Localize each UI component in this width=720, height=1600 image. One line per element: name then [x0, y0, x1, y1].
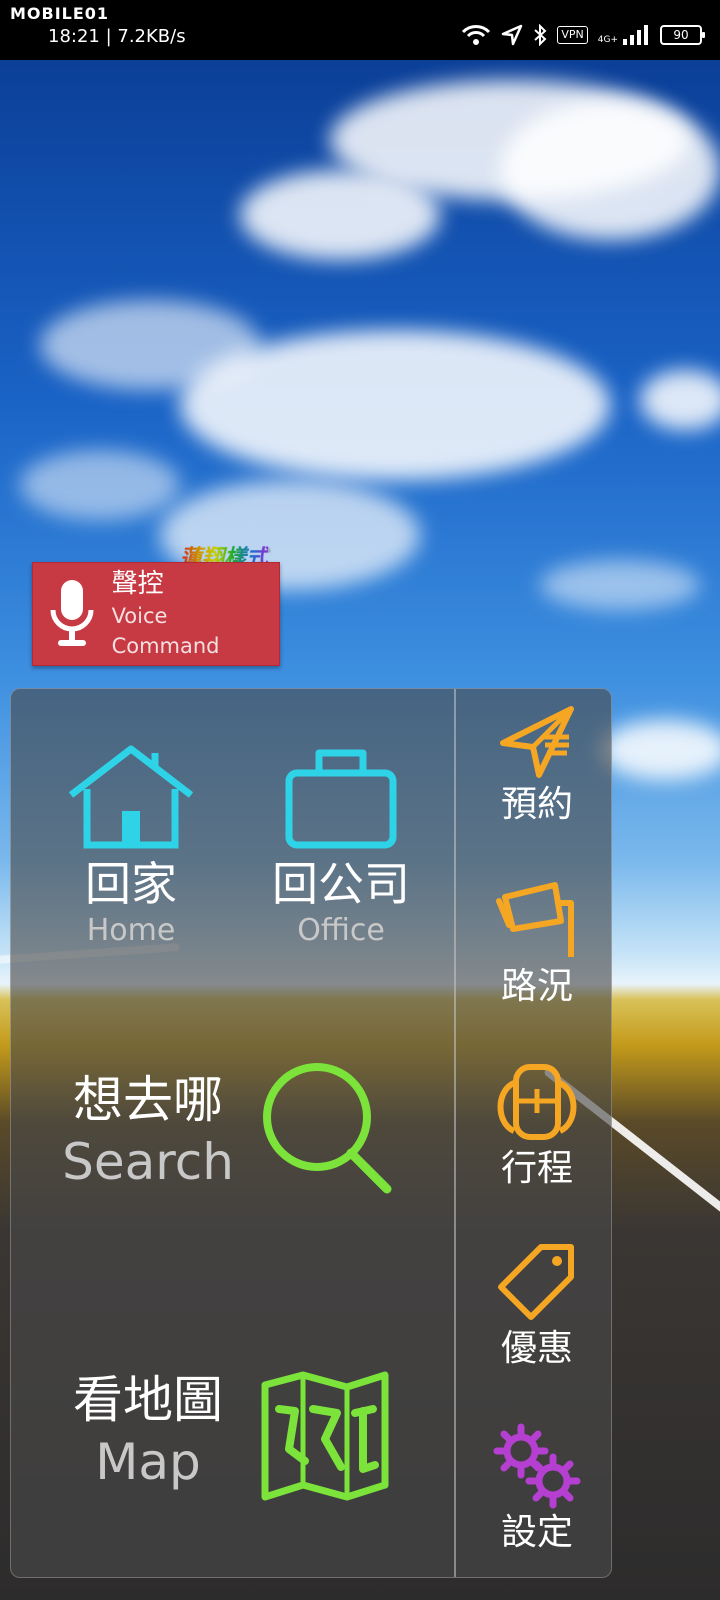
status-bar: MOBILE01 18:21 | 7.2KB/s VPN 4G+ 90: [0, 0, 720, 60]
status-brand: MOBILE01: [10, 4, 110, 23]
voice-command-button[interactable]: 聲控 Voice Command: [32, 562, 280, 666]
signal-icon: 4G+: [598, 25, 650, 45]
home-label-zh: 回家: [85, 857, 177, 911]
sidebar-label-itinerary: 行程: [500, 1148, 573, 1189]
sidebar-item-traffic[interactable]: 路況: [463, 881, 611, 1009]
microphone-icon: [33, 578, 112, 650]
panel-divider: [454, 689, 456, 1577]
gears-icon: [463, 1421, 611, 1509]
office-label-en: Office: [297, 913, 385, 948]
voice-command-label-en: Voice Command: [111, 604, 220, 658]
backpack-icon: [463, 1061, 611, 1145]
search-label-zh: 想去哪: [73, 1071, 223, 1129]
sidebar-item-discount[interactable]: 優惠: [463, 1241, 611, 1371]
map-label-en: Map: [95, 1433, 201, 1491]
voice-command-label-zh: 聲控: [111, 569, 164, 599]
wifi-icon: [461, 24, 491, 46]
paper-plane-icon: [463, 701, 611, 781]
home-button[interactable]: 回家 Home: [51, 743, 211, 951]
home-label-en: Home: [86, 913, 176, 948]
sidebar-item-settings[interactable]: 設定: [463, 1421, 611, 1555]
office-button[interactable]: 回公司 Office: [256, 743, 426, 951]
folded-map-icon[interactable]: [259, 1369, 391, 1507]
traffic-camera-icon: [463, 881, 611, 963]
map-label-zh: 看地圖: [73, 1371, 223, 1429]
sidebar-item-itinerary[interactable]: 行程: [463, 1061, 611, 1191]
bluetooth-icon: [533, 24, 547, 46]
main-panel: 回家 Home 回公司 Office 想去哪 Search 看地圖 Map 預約…: [10, 688, 612, 1578]
sidebar-label-settings: 設定: [500, 1512, 573, 1553]
price-tag-icon: [463, 1241, 611, 1325]
location-icon: [501, 24, 523, 46]
search-label-en: Search: [62, 1133, 234, 1191]
sidebar-label-discount: 優惠: [500, 1328, 573, 1369]
sidebar-item-reservation[interactable]: 預約: [463, 701, 611, 827]
search-button[interactable]: 想去哪 Search: [53, 1069, 243, 1193]
battery-indicator: 90: [660, 25, 705, 45]
sidebar-label-traffic: 路況: [500, 966, 573, 1007]
vpn-indicator: VPN: [557, 26, 588, 44]
office-label-zh: 回公司: [272, 857, 410, 911]
map-button[interactable]: 看地圖 Map: [53, 1369, 243, 1493]
house-icon: [65, 745, 197, 857]
sidebar-label-reservation: 預約: [500, 784, 573, 825]
status-icons: VPN 4G+ 90: [461, 24, 705, 46]
status-time: 18:21 | 7.2KB/s: [48, 26, 186, 47]
magnifier-icon[interactable]: [259, 1059, 399, 1203]
briefcase-icon: [283, 749, 399, 857]
